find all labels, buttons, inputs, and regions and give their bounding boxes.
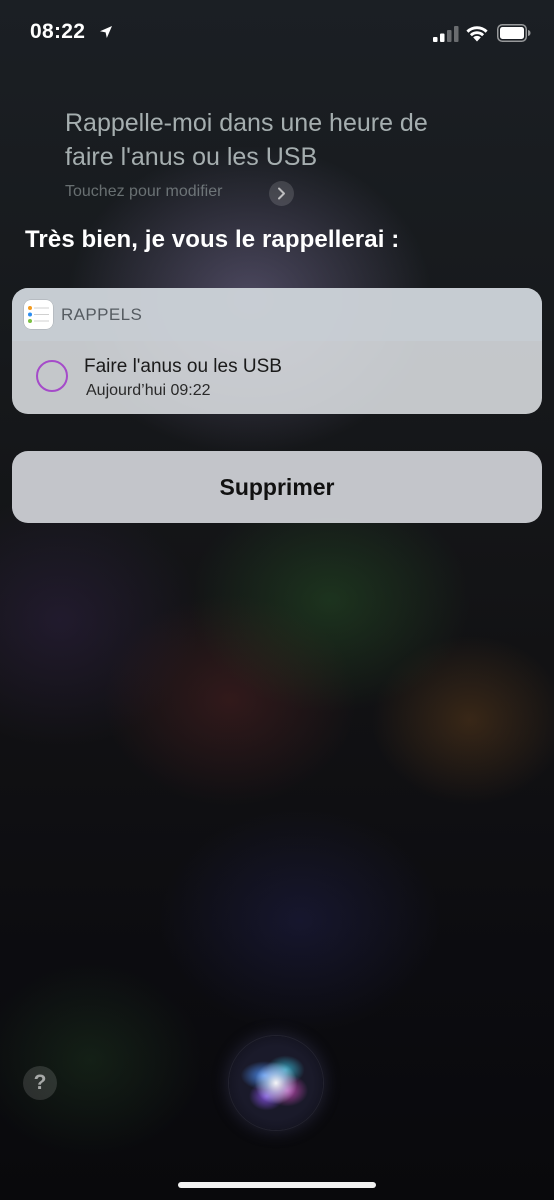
battery-icon	[497, 24, 531, 42]
siri-query-line-2: faire l'anus ou les USB	[65, 143, 318, 171]
cellular-signal-icon	[433, 26, 459, 42]
status-time: 08:22	[30, 20, 86, 43]
chevron-right-icon[interactable]	[269, 181, 294, 206]
siri-query-text[interactable]: Rappelle-moi dans une heure de faire l'a…	[65, 106, 505, 174]
siri-orb-icon[interactable]	[229, 1036, 323, 1130]
help-button[interactable]: ?	[23, 1066, 57, 1100]
delete-button[interactable]: Supprimer	[12, 451, 542, 523]
reminders-app-name: RAPPELS	[61, 305, 143, 324]
wifi-icon	[466, 26, 488, 42]
reminder-checkbox[interactable]	[36, 360, 68, 392]
reminder-title: Faire l'anus ou les USB	[84, 356, 282, 377]
status-bar: 08:22	[0, 0, 554, 64]
reminder-due-time: Aujourd’hui 09:22	[86, 382, 211, 399]
siri-query-line-1: Rappelle-moi dans une heure de	[65, 109, 428, 137]
siri-response-text: Très bien, je vous le rappellerai :	[25, 226, 400, 253]
tap-to-edit-hint[interactable]: Touchez pour modifier	[65, 183, 222, 201]
reminders-app-icon	[24, 300, 53, 329]
reminder-card[interactable]: RAPPELS Faire l'anus ou les USB Aujourd’…	[12, 288, 542, 414]
reminder-item[interactable]: Faire l'anus ou les USB Aujourd’hui 09:2…	[12, 341, 542, 414]
location-arrow-icon	[100, 26, 112, 38]
home-indicator[interactable]	[178, 1182, 376, 1188]
reminder-card-header: RAPPELS	[12, 288, 542, 341]
